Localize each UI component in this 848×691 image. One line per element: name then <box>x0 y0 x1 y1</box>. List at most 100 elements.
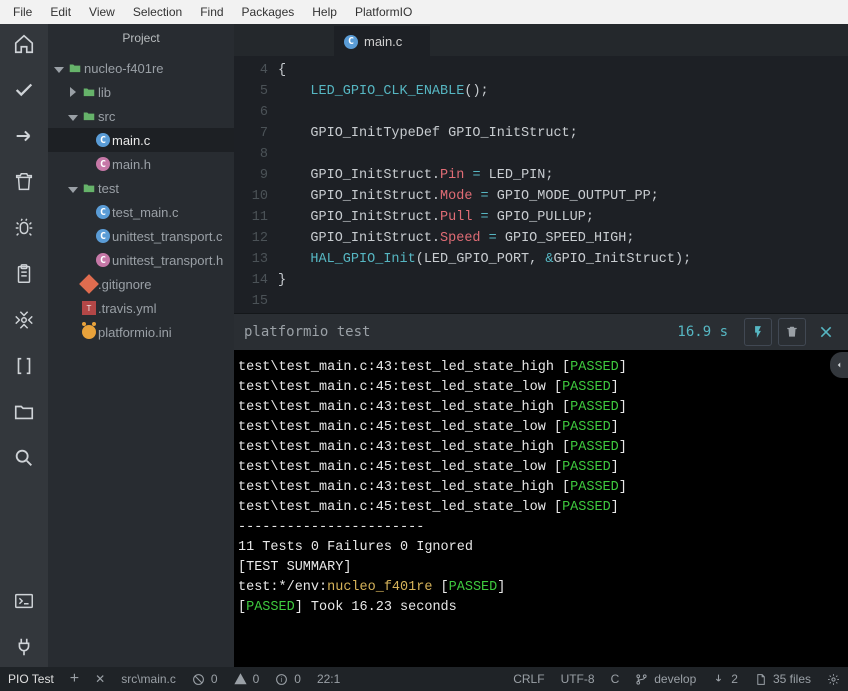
code-area[interactable]: { LED_GPIO_CLK_ENABLE(); GPIO_InitTypeDe… <box>278 56 848 313</box>
tree-folder-lib[interactable]: lib <box>48 80 234 104</box>
dock <box>0 24 48 667</box>
bug-icon[interactable] <box>10 214 38 242</box>
tree-file-main-h[interactable]: Cmain.h <box>48 152 234 176</box>
status-cursor[interactable]: 22:1 <box>309 667 348 691</box>
code-line[interactable]: GPIO_InitTypeDef GPIO_InitStruct; <box>278 123 848 144</box>
status-fetch[interactable]: 2 <box>704 667 746 691</box>
status-language[interactable]: C <box>603 667 628 691</box>
tree-file-main-c[interactable]: Cmain.c <box>48 128 234 152</box>
code-line[interactable]: GPIO_InitStruct.Pin = LED_PIN; <box>278 165 848 186</box>
folder-icon[interactable] <box>10 398 38 426</box>
status-files[interactable]: 35 files <box>746 667 819 691</box>
trash-icon[interactable] <box>10 168 38 196</box>
status-encoding[interactable]: UTF-8 <box>553 667 603 691</box>
menu-help[interactable]: Help <box>303 3 346 21</box>
main-column: C main.c 456789101112131415 { LED_GPIO_C… <box>234 24 848 667</box>
chevron-down-icon[interactable] <box>66 181 80 196</box>
test-result-line: test\test_main.c:43:test_led_state_high … <box>238 438 844 458</box>
code-line[interactable]: GPIO_InitStruct.Pull = GPIO_PULLUP; <box>278 207 848 228</box>
menu-bar: FileEditViewSelectionFindPackagesHelpPla… <box>0 0 848 24</box>
check-icon[interactable] <box>10 76 38 104</box>
code-line[interactable]: } <box>278 270 848 291</box>
code-editor[interactable]: 456789101112131415 { LED_GPIO_CLK_ENABLE… <box>234 56 848 313</box>
home-icon[interactable] <box>10 30 38 58</box>
chevron-down-icon[interactable] <box>52 61 66 76</box>
menu-selection[interactable]: Selection <box>124 3 191 21</box>
chevron-right-icon[interactable] <box>66 85 80 100</box>
status-branch[interactable]: develop <box>627 667 704 691</box>
tree-item-label: .gitignore <box>98 277 151 292</box>
clear-terminal-button[interactable] <box>778 318 806 346</box>
code-line[interactable] <box>278 102 848 123</box>
tree-item-label: unittest_transport.c <box>112 229 223 244</box>
tree-file-unittest-transport-h[interactable]: Cunittest_transport.h <box>48 248 234 272</box>
status-line-ending[interactable]: CRLF <box>505 667 552 691</box>
code-line[interactable]: LED_GPIO_CLK_ENABLE(); <box>278 81 848 102</box>
menu-packages[interactable]: Packages <box>233 3 304 21</box>
tab-main-c[interactable]: C main.c <box>334 26 430 56</box>
status-errors[interactable]: 0 <box>226 667 268 691</box>
status-settings[interactable] <box>819 667 848 691</box>
folder-icon <box>66 61 84 75</box>
rerun-button[interactable] <box>744 318 772 346</box>
project-sidebar: Project nucleo-f401relib src Cmain.cCmain.… <box>48 24 234 667</box>
code-line[interactable]: GPIO_InitStruct.Speed = GPIO_SPEED_HIGH; <box>278 228 848 249</box>
code-line[interactable]: GPIO_InitStruct.Mode = GPIO_MODE_OUTPUT_… <box>278 186 848 207</box>
menu-file[interactable]: File <box>4 3 41 21</box>
tree-folder-nucleo-f401re[interactable]: nucleo-f401re <box>48 56 234 80</box>
tree-file-test-main-c[interactable]: Ctest_main.c <box>48 200 234 224</box>
test-result-line: test\test_main.c:43:test_led_state_high … <box>238 478 844 498</box>
sidebar-title: Project <box>48 24 234 52</box>
panel-toggle-icon[interactable] <box>830 352 848 378</box>
search-icon[interactable] <box>10 444 38 472</box>
terminal-icon[interactable] <box>10 587 38 615</box>
menu-platformio[interactable]: PlatformIO <box>346 3 421 21</box>
status-close-terminal[interactable]: ✕ <box>87 667 113 691</box>
test-result-line: test\test_main.c:43:test_led_state_high … <box>238 398 844 418</box>
tree-item-label: src <box>98 109 115 124</box>
tree-item-label: .travis.yml <box>98 301 157 316</box>
tree-file--gitignore[interactable]: .gitignore <box>48 272 234 296</box>
test-result-line: test\test_main.c:43:test_led_state_high … <box>238 358 844 378</box>
tree-file-unittest-transport-c[interactable]: Cunittest_transport.c <box>48 224 234 248</box>
line-number: 11 <box>234 207 268 228</box>
menu-view[interactable]: View <box>80 3 124 21</box>
editor-tab-bar: C main.c <box>234 24 848 56</box>
status-file-path[interactable]: src\main.c <box>113 667 184 691</box>
brackets-icon[interactable] <box>10 352 38 380</box>
line-number: 13 <box>234 249 268 270</box>
test-summary-env: test:*/env:nucleo_f401re [PASSED] <box>238 578 844 598</box>
tree-item-label: main.c <box>112 133 150 148</box>
menu-find[interactable]: Find <box>191 3 232 21</box>
test-result-line: test\test_main.c:45:test_led_state_low [… <box>238 418 844 438</box>
tree-item-label: test <box>98 181 119 196</box>
code-line[interactable] <box>278 144 848 165</box>
code-line[interactable]: HAL_GPIO_Init(LED_GPIO_PORT, &GPIO_InitS… <box>278 249 848 270</box>
terminal-output[interactable]: test\test_main.c:43:test_led_state_high … <box>234 350 848 667</box>
chip-icon[interactable] <box>10 306 38 334</box>
tree-file-platformio-ini[interactable]: platformio.ini <box>48 320 234 344</box>
close-terminal-button[interactable] <box>812 318 840 346</box>
line-number: 14 <box>234 270 268 291</box>
status-warnings[interactable]: i 0 <box>267 667 309 691</box>
tree-item-label: platformio.ini <box>98 325 172 340</box>
code-line[interactable] <box>278 291 848 312</box>
project-tree: nucleo-f401relib src Cmain.cCmain.h test Cte… <box>48 52 234 667</box>
clipboard-icon[interactable] <box>10 260 38 288</box>
status-pio-test[interactable]: PIO Test <box>0 667 62 691</box>
plug-icon[interactable] <box>10 633 38 661</box>
git-icon <box>80 277 98 291</box>
arrow-right-icon[interactable] <box>10 122 38 150</box>
line-number: 9 <box>234 165 268 186</box>
tree-folder-src[interactable]: src <box>48 104 234 128</box>
folder-icon <box>80 181 98 195</box>
line-number: 7 <box>234 123 268 144</box>
tree-item-label: unittest_transport.h <box>112 253 223 268</box>
tree-file--travis-yml[interactable]: T.travis.yml <box>48 296 234 320</box>
code-line[interactable]: { <box>278 60 848 81</box>
status-deprecations[interactable]: 0 <box>184 667 226 691</box>
menu-edit[interactable]: Edit <box>41 3 80 21</box>
status-new-terminal[interactable]: + <box>62 667 87 691</box>
tree-folder-test[interactable]: test <box>48 176 234 200</box>
chevron-down-icon[interactable] <box>66 109 80 124</box>
